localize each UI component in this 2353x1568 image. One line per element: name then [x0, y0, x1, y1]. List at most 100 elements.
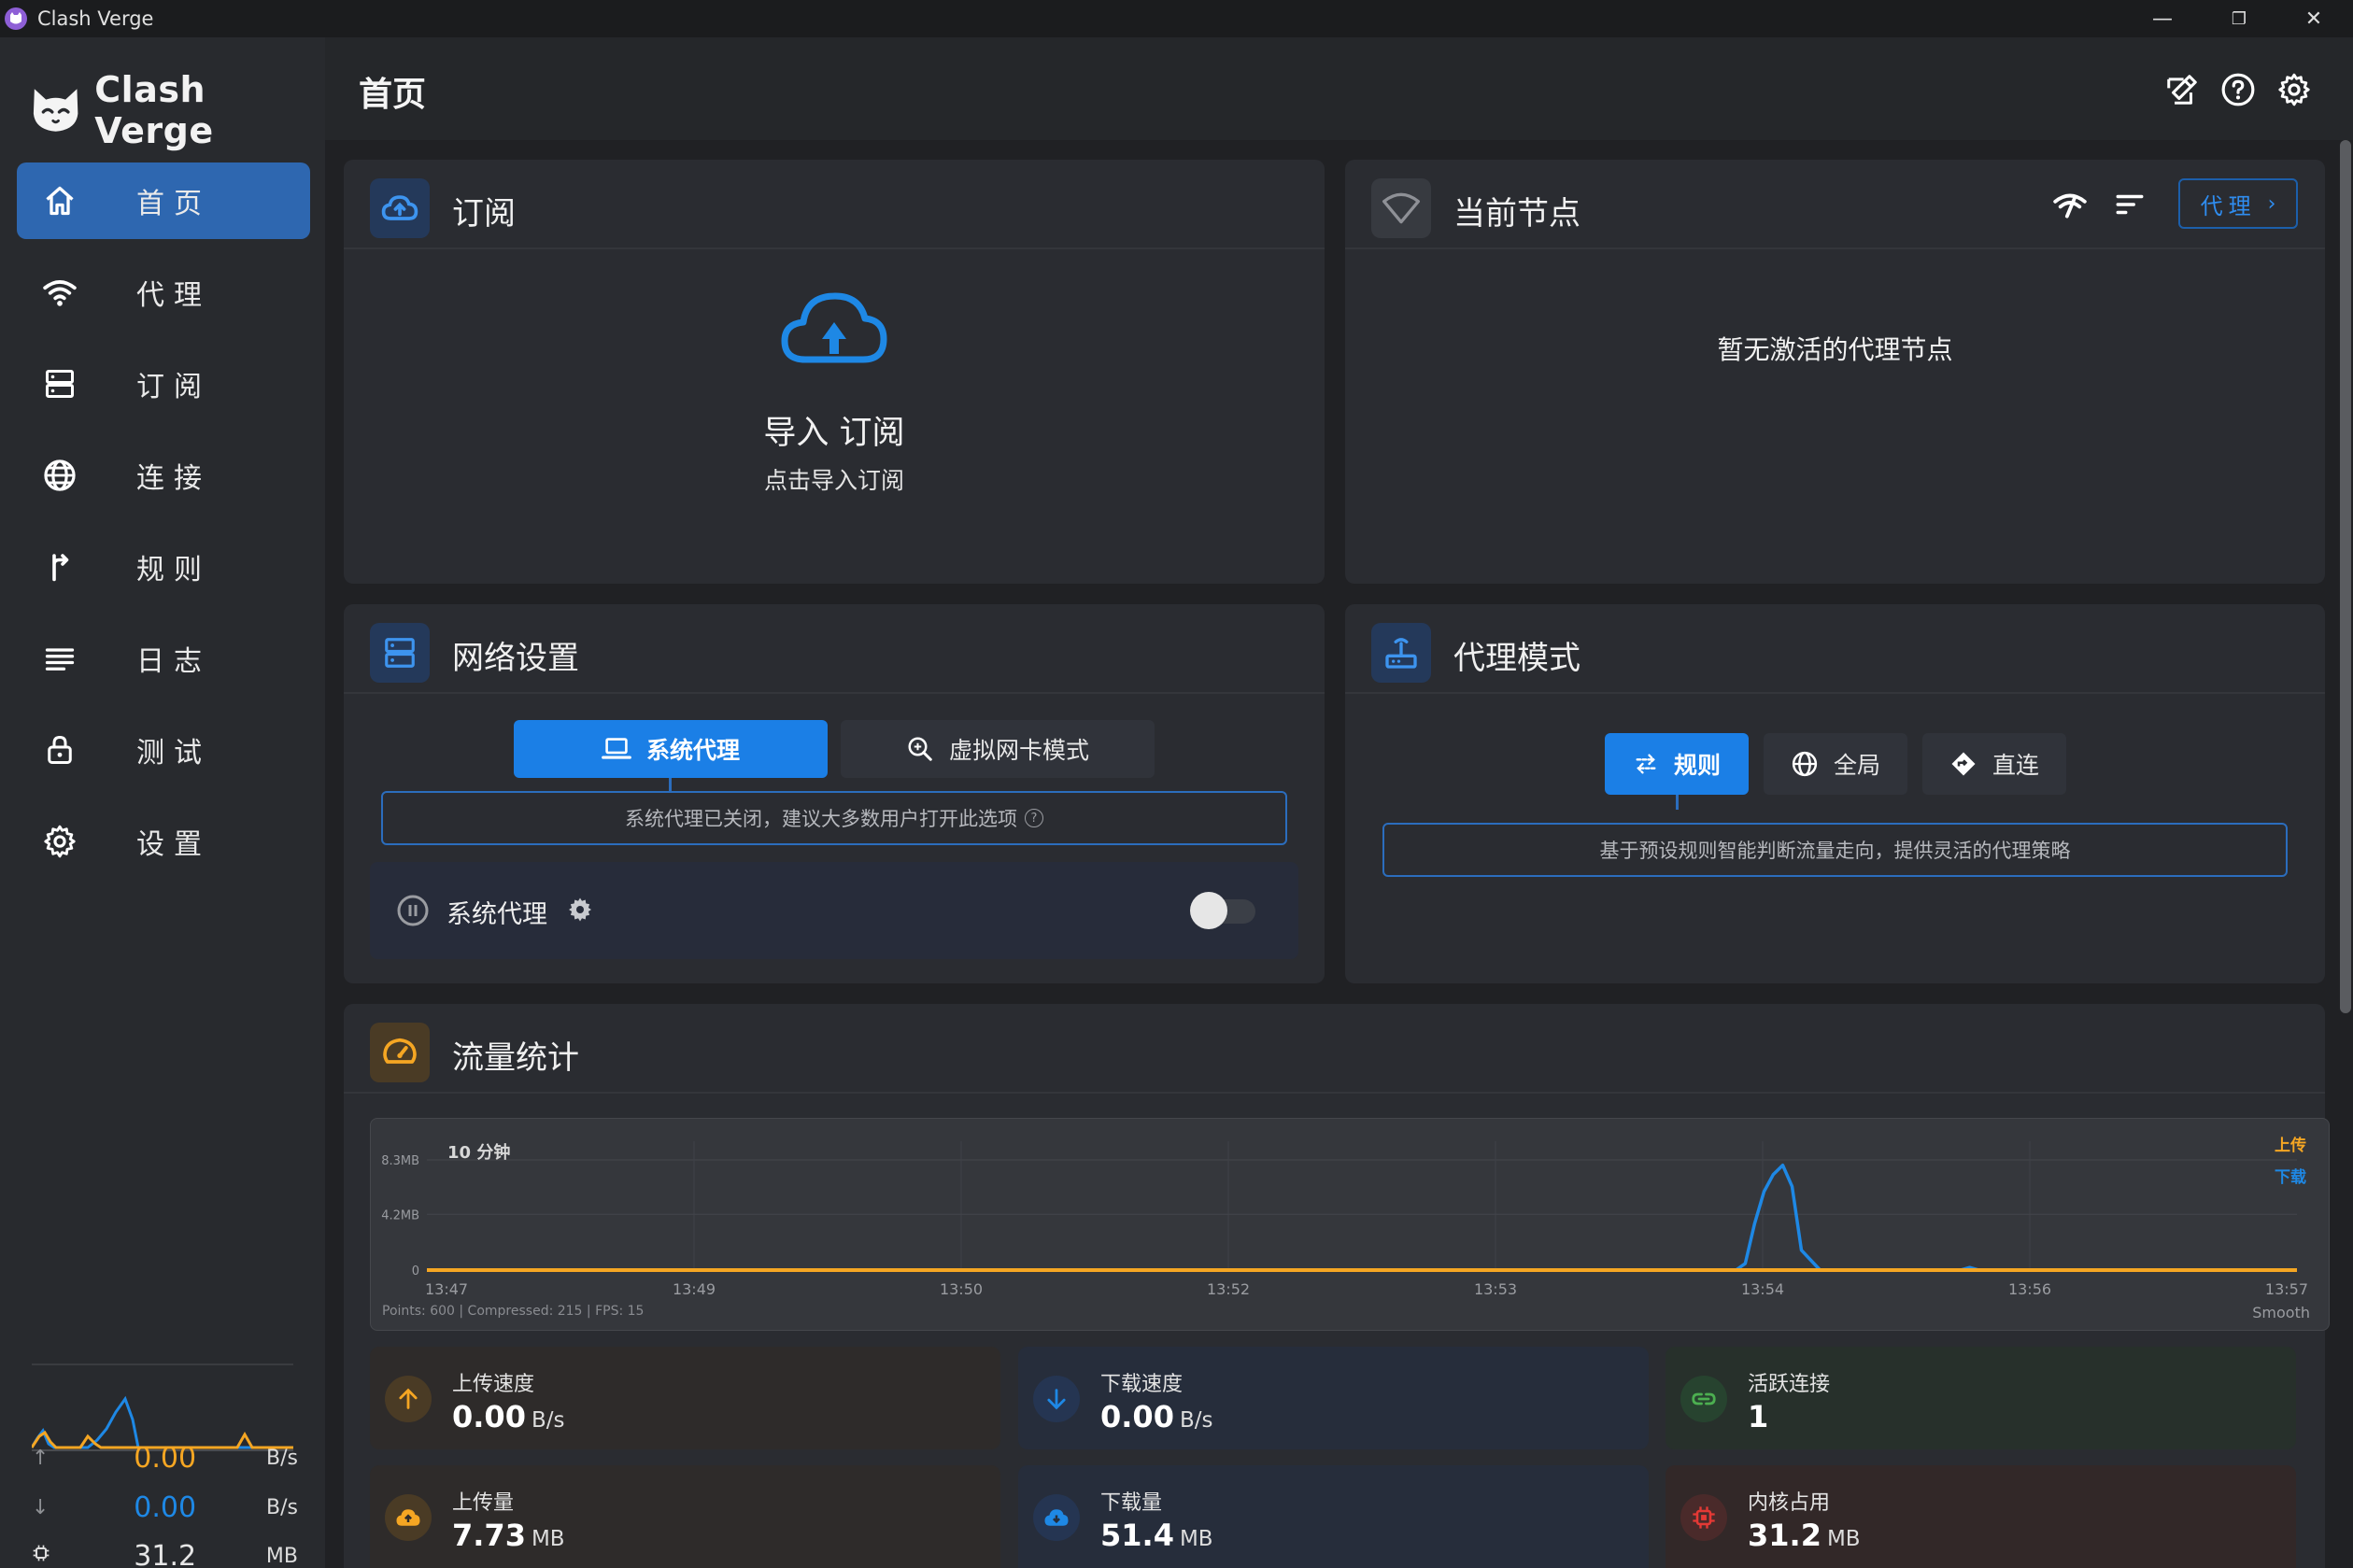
close-icon: ✕: [2304, 7, 2323, 31]
mini-memory-value: 31.2: [134, 1539, 197, 1568]
sidebar: Clash Verge 首页 代理 订阅 连接 规则 日志 测试 设置 ↑ 0.…: [0, 37, 325, 1568]
card-header: 订阅: [344, 160, 1325, 249]
sort-button[interactable]: [2111, 186, 2148, 223]
gear-icon: [2278, 73, 2310, 106]
router-icon: [1371, 623, 1431, 683]
fork-icon: [41, 548, 78, 586]
stat-number: 1: [1748, 1399, 1769, 1434]
legend-download[interactable]: 下载: [2275, 1164, 2306, 1187]
wifi-icon: [41, 274, 78, 311]
stat-upload-total: 上传量 7.73 MB: [370, 1465, 1000, 1568]
go-to-proxies-label: 代理: [2200, 192, 2257, 219]
stat-label: 下载量: [1100, 1491, 1163, 1515]
mini-traffic-graph: [32, 1395, 293, 1451]
sidebar-item-subscription[interactable]: 订阅: [17, 346, 310, 422]
mini-memory-unit: MB: [265, 1544, 298, 1568]
sidebar-item-connections[interactable]: 连接: [17, 437, 310, 514]
card-title: 网络设置: [452, 640, 579, 677]
stat-value: 1: [1748, 1399, 1774, 1434]
card-header: 流量统计: [344, 1004, 2325, 1094]
stat-unit: B/s: [1179, 1408, 1213, 1433]
help-button[interactable]: [2219, 71, 2257, 108]
window-title: Clash Verge: [37, 7, 154, 30]
tab-tun-mode[interactable]: 虚拟网卡模式: [841, 720, 1155, 778]
window-titlebar: Clash Verge: [0, 0, 2353, 37]
app-logo-icon: [5, 7, 27, 30]
page-header: 首页: [325, 37, 2353, 140]
system-proxy-toggle[interactable]: [1190, 890, 1259, 931]
proxy-settings-button[interactable]: [566, 896, 594, 927]
minimize-button[interactable]: —: [2125, 0, 2200, 37]
chart-x-tick-label: 13:47: [425, 1280, 468, 1298]
mini-download-row: ↓ 0.00 B/s: [32, 1489, 298, 1526]
sidebar-item-settings[interactable]: 设置: [17, 803, 310, 880]
search-icon: [906, 735, 934, 763]
card-header: 当前节点 代理 ›: [1345, 160, 2325, 249]
sidebar-item-home[interactable]: 首页: [17, 162, 310, 239]
stat-active-connections: 活跃连接 1: [1666, 1347, 2296, 1449]
stat-label: 内核占用: [1748, 1491, 1831, 1515]
chart-y-tick-label: 8.3MB: [381, 1154, 419, 1168]
lock-icon: [41, 731, 78, 769]
stat-upload-speed: 上传速度 0.00 B/s: [370, 1347, 1000, 1449]
chart-range-button[interactable]: 10 分钟: [447, 1139, 510, 1164]
dns-icon: [370, 623, 430, 683]
go-to-proxies-button[interactable]: 代理 ›: [2178, 178, 2298, 229]
sidebar-item-label: 测试: [136, 737, 211, 770]
minimize-icon: —: [2152, 7, 2173, 31]
stat-number: 0.00: [1100, 1399, 1174, 1434]
chart-footer-stats: Points: 600 | Compressed: 215 | FPS: 15: [382, 1304, 645, 1319]
cloud-upload-large-icon: [781, 292, 887, 363]
gear-icon: [41, 823, 78, 860]
traffic-chart-svg: 8.3MB 4.2MB 0 13:47 13:49 13:50 13:52 13:53 13:…: [381, 1141, 2308, 1298]
chevron-right-icon: ›: [2267, 191, 2276, 216]
stat-unit: MB: [1826, 1527, 1861, 1551]
restore-button[interactable]: ❐: [2202, 0, 2276, 37]
directions-icon: [1949, 750, 1977, 778]
sidebar-item-logs[interactable]: 日志: [17, 620, 310, 697]
page-title: 首页: [359, 76, 427, 114]
import-subscription-area[interactable]: 导入 订阅 点击导入订阅: [344, 249, 1325, 584]
tab-system-proxy[interactable]: 系统代理: [514, 720, 828, 778]
legend-upload[interactable]: 上传: [2275, 1132, 2306, 1155]
stat-value: 31.2 MB: [1748, 1518, 1861, 1553]
arrow-up-icon: [385, 1376, 432, 1422]
sidebar-item-label: 订阅: [136, 371, 211, 403]
sidebar-item-label: 日志: [136, 645, 211, 678]
settings-button[interactable]: [2275, 71, 2313, 108]
storage-icon: [41, 365, 78, 403]
cat-logo-icon: [33, 89, 78, 132]
home-settings-button[interactable]: [2163, 71, 2201, 108]
arrow-down-icon: [1033, 1376, 1080, 1422]
stat-label: 下载速度: [1100, 1373, 1184, 1396]
sidebar-item-label: 连接: [136, 462, 211, 495]
smooth-toggle[interactable]: Smooth: [2252, 1304, 2310, 1321]
close-button[interactable]: ✕: [2276, 0, 2351, 37]
mode-global-button[interactable]: 全局: [1764, 733, 1907, 795]
sidebar-item-test[interactable]: 测试: [17, 712, 310, 788]
wifi-off-icon: [1371, 178, 1431, 238]
latency-test-button[interactable]: [2051, 186, 2089, 223]
sidebar-item-rules[interactable]: 规则: [17, 529, 310, 605]
chart-x-tick-label: 13:53: [1474, 1280, 1517, 1298]
content-scrollbar[interactable]: [2340, 140, 2351, 1013]
mode-direct-button[interactable]: 直连: [1922, 733, 2066, 795]
chart-x-tick-label: 13:52: [1207, 1280, 1250, 1298]
mode-direct-label: 直连: [1992, 752, 2039, 779]
chart-x-tick-label: 13:49: [673, 1280, 716, 1298]
restore-icon: ❐: [2231, 8, 2247, 29]
import-title: 导入 订阅: [763, 415, 905, 452]
sidebar-item-proxy[interactable]: 代理: [17, 254, 310, 331]
current-node-card: 当前节点 代理 › 暂无激活的代理节点: [1345, 160, 2325, 584]
system-proxy-row: 系统代理: [370, 862, 1298, 959]
stat-download-speed: 下载速度 0.00 B/s: [1018, 1347, 1649, 1449]
mini-download-unit: B/s: [266, 1495, 298, 1519]
list-icon: [41, 640, 78, 677]
chart-x-tick-label: 13:57: [2265, 1280, 2308, 1298]
card-title: 代理模式: [1453, 640, 1580, 677]
help-icon: [2221, 73, 2255, 106]
sort-icon: [2116, 194, 2144, 215]
mode-rule-button[interactable]: 规则: [1605, 733, 1749, 795]
card-title: 订阅: [452, 195, 516, 233]
pause-circle-icon: [396, 894, 430, 931]
